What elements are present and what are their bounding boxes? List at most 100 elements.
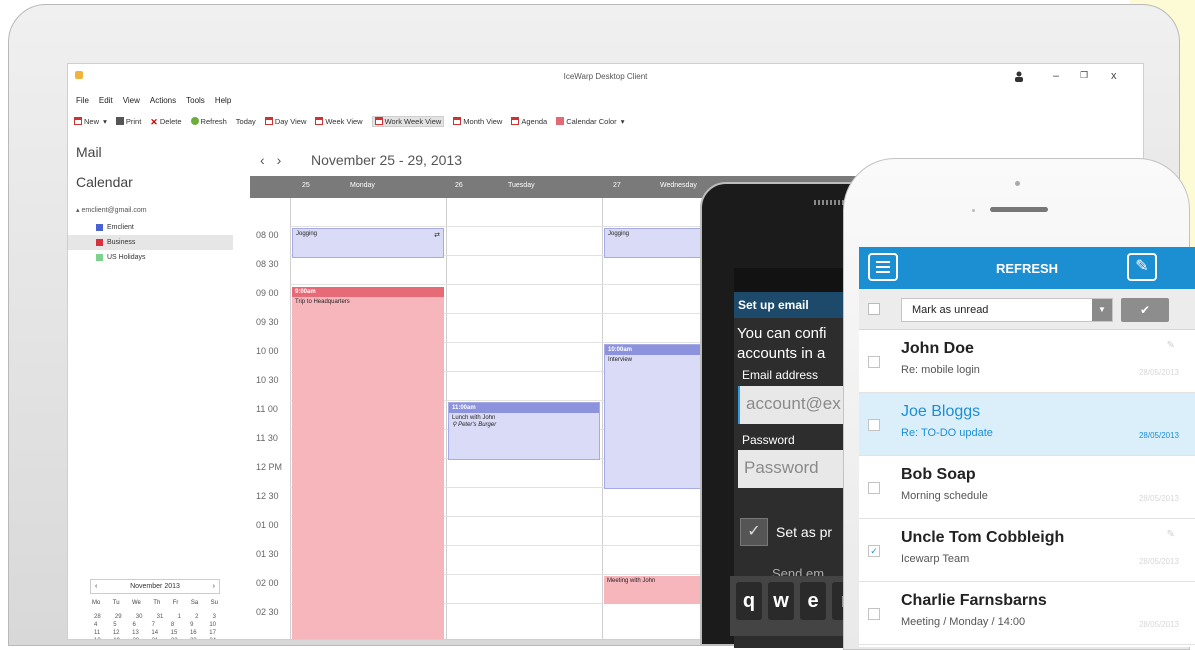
mini-calendar-day[interactable]: 7 xyxy=(152,622,155,630)
nav-calendar[interactable]: Calendar xyxy=(76,174,133,190)
email-name: Charlie Farnsbarns xyxy=(901,592,1047,609)
mini-calendar-day[interactable]: 11 xyxy=(94,630,100,638)
email-row[interactable]: Joe Bloggs Re: TO-DO update 28/05/2013 xyxy=(859,393,1195,456)
close-button[interactable]: x xyxy=(1111,70,1117,82)
email-row[interactable]: Bob Soap Morning schedule 28/05/2013 xyxy=(859,456,1195,519)
checkbox-icon[interactable] xyxy=(96,239,103,246)
mini-calendar-day[interactable]: 15 xyxy=(171,630,178,638)
mini-calendar-day[interactable]: 8 xyxy=(171,622,174,630)
action-select[interactable]: Mark as unread ▼ xyxy=(901,298,1113,322)
mini-calendar-day[interactable]: 28 xyxy=(94,614,101,622)
menu-edit[interactable]: Edit xyxy=(99,96,113,108)
mini-calendar-day[interactable]: 18 xyxy=(94,638,101,639)
day-view-button[interactable]: Day View xyxy=(264,117,306,126)
delete-button[interactable]: ✕ Delete xyxy=(150,116,182,128)
window-title: IceWarp Desktop Client xyxy=(563,72,648,81)
mini-calendar-day[interactable]: 22 xyxy=(171,638,178,639)
event-trip-to-headquarters[interactable]: 9:00am Trip to Headquarters xyxy=(292,287,444,639)
bulk-action-bar: Mark as unread ▼ ✔ xyxy=(859,289,1195,330)
mini-calendar-day[interactable]: 23 xyxy=(190,638,197,639)
day-number: 25 xyxy=(302,182,310,189)
key-w[interactable]: w xyxy=(768,582,794,620)
email-name: Bob Soap xyxy=(901,466,976,483)
mini-calendar-day[interactable]: 5 xyxy=(113,622,116,630)
email-row[interactable]: Charlie Farnsbarns Meeting / Monday / 14:… xyxy=(859,582,1195,645)
new-button[interactable]: New ▾ xyxy=(74,117,107,126)
menu-view[interactable]: View xyxy=(123,96,140,108)
restore-button[interactable]: ❐ xyxy=(1080,70,1088,81)
week-view-button[interactable]: Week View xyxy=(315,117,363,126)
mini-calendar-day[interactable]: 4 xyxy=(94,622,97,630)
mini-calendar-day[interactable]: 24 xyxy=(209,638,216,639)
print-button[interactable]: Print xyxy=(115,117,141,126)
email-row[interactable]: John Doe Re: mobile login 28/05/2013 ✎ xyxy=(859,330,1195,393)
mini-calendar-grid: 2829303112345678910111213141516171819202… xyxy=(90,614,220,639)
menu-file[interactable]: File xyxy=(76,96,89,108)
mini-calendar-day[interactable]: 13 xyxy=(132,630,139,638)
checkbox-icon[interactable] xyxy=(96,254,103,261)
email-checkbox[interactable] xyxy=(868,608,880,620)
email-checkbox[interactable] xyxy=(868,356,880,368)
prev-month-button[interactable]: ‹ xyxy=(95,583,97,590)
mini-calendar-day[interactable]: 2 xyxy=(195,614,198,622)
mini-calendar-day[interactable]: 12 xyxy=(113,630,120,638)
email-row[interactable]: ✓ Uncle Tom Cobbleigh Icewarp Team 28/05/20… xyxy=(859,519,1195,582)
nav-mail[interactable]: Mail xyxy=(76,144,102,160)
event-jogging-monday[interactable]: Jogging ⇄ xyxy=(292,228,444,258)
select-all-checkbox[interactable] xyxy=(868,303,880,315)
menu-help[interactable]: Help xyxy=(215,96,231,108)
refresh-button[interactable]: Refresh xyxy=(190,117,227,126)
mini-calendar-day[interactable]: 30 xyxy=(136,614,143,622)
menu-actions[interactable]: Actions xyxy=(150,96,176,108)
email-subject: Meeting / Monday / 14:00 xyxy=(901,616,1026,628)
mini-calendar-day[interactable]: 29 xyxy=(115,614,122,622)
mini-calendar-day[interactable]: 1 xyxy=(178,614,181,622)
mini-calendar-day[interactable]: 21 xyxy=(152,638,159,639)
key-q[interactable]: q xyxy=(736,582,762,620)
delete-label: Delete xyxy=(159,116,182,126)
agenda-button[interactable]: Agenda xyxy=(511,117,547,126)
mini-calendar-day[interactable]: 14 xyxy=(151,630,158,638)
mini-calendar-day[interactable]: 17 xyxy=(209,630,216,638)
minimize-button[interactable]: – xyxy=(1053,70,1059,82)
user-icon[interactable] xyxy=(1013,70,1025,82)
mini-calendar-day[interactable]: 16 xyxy=(190,630,197,638)
prev-week-button[interactable]: ‹ xyxy=(260,152,265,168)
toolbar: New ▾ Print ✕ Delete Refresh Today Day Vi… xyxy=(74,114,625,128)
mini-calendar-day[interactable]: 19 xyxy=(113,638,120,639)
mini-calendar-day[interactable]: 6 xyxy=(132,622,135,630)
event-title: Jogging xyxy=(296,231,318,237)
mini-calendar-day[interactable]: 3 xyxy=(213,614,216,622)
key-e[interactable]: e xyxy=(800,582,826,620)
compose-icon[interactable]: ✎ xyxy=(1127,253,1157,281)
month-view-button[interactable]: Month View xyxy=(453,117,502,126)
time-label: 02 30 xyxy=(256,607,279,617)
email-checkbox[interactable]: ✓ xyxy=(868,545,880,557)
checkbox-icon[interactable] xyxy=(96,224,103,231)
refresh-icon xyxy=(190,117,199,125)
today-button[interactable]: Today xyxy=(236,117,256,126)
next-week-button[interactable]: › xyxy=(277,152,282,168)
printer-icon xyxy=(115,117,124,125)
mini-calendar-day[interactable]: 10 xyxy=(209,622,216,630)
email-checkbox[interactable] xyxy=(868,482,880,494)
day-number: 27 xyxy=(613,182,621,189)
mini-calendar-day[interactable]: 31 xyxy=(157,614,164,622)
instruction-line: accounts in a xyxy=(737,345,826,362)
set-as-default-label: Set as pr xyxy=(776,524,833,540)
apply-button[interactable]: ✔ xyxy=(1121,298,1169,322)
set-as-default-checkbox[interactable]: ✓ xyxy=(740,518,768,546)
email-checkbox[interactable] xyxy=(868,419,880,431)
mini-calendar-day[interactable]: 20 xyxy=(132,638,139,639)
menu-tools[interactable]: Tools xyxy=(186,96,205,108)
calendar-item-business[interactable]: Business xyxy=(68,235,233,250)
work-week-view-button[interactable]: Work Week View xyxy=(371,115,445,127)
account-node[interactable]: ▴ emclient@gmail.com xyxy=(76,206,147,214)
calendar-color-button[interactable]: Calendar Color ▾ xyxy=(556,117,625,126)
event-lunch-with-john[interactable]: 11:00am Lunch with John ⚲ Peter's Burger xyxy=(448,402,600,460)
mini-calendar: ‹ November 2013 › Mo Tu We Th Fr Sa Su 2… xyxy=(90,579,220,639)
calendar-item-us-holidays[interactable]: US Holidays xyxy=(68,250,233,265)
calendar-item-emclient[interactable]: Emclient xyxy=(68,220,233,235)
mini-calendar-day[interactable]: 9 xyxy=(190,622,193,630)
next-month-button[interactable]: › xyxy=(213,583,215,590)
